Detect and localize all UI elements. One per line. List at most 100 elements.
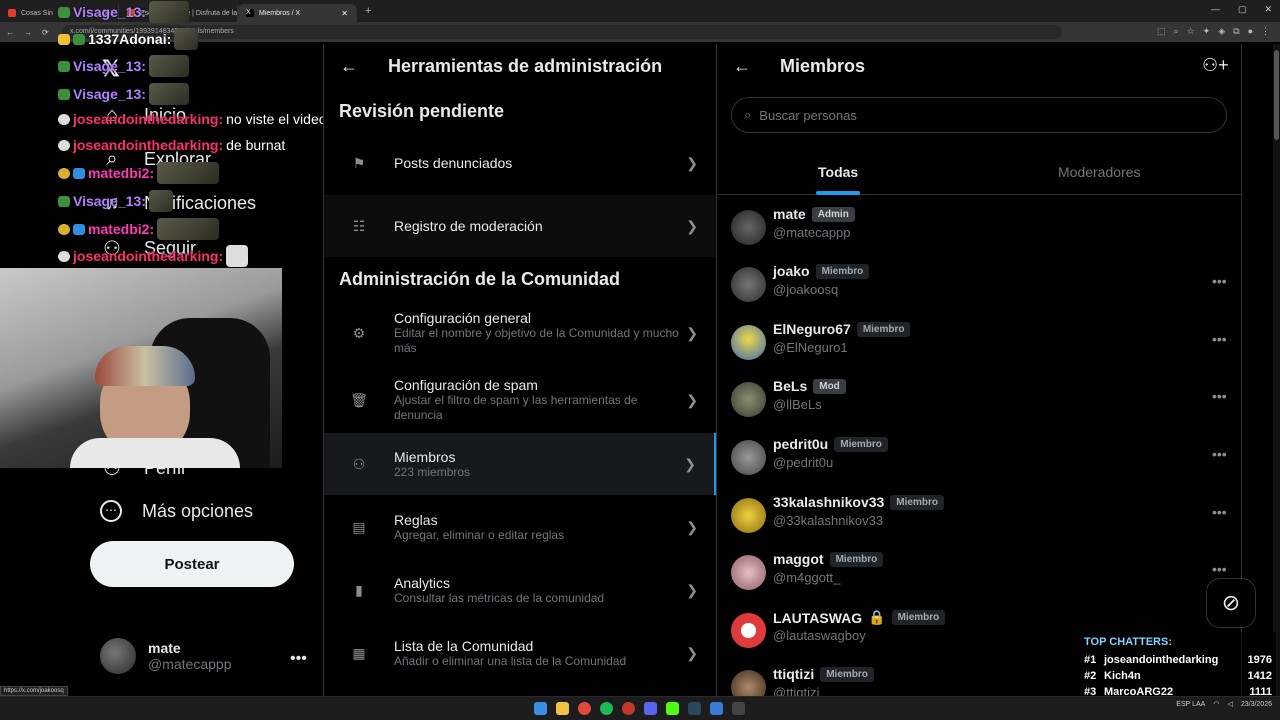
notes-icon[interactable] xyxy=(710,702,723,715)
row-moderation-log[interactable]: ☷ Registro de moderación ❯ xyxy=(324,195,716,257)
row-spam-settings[interactable]: 🗑 Configuración de spam Ajustar el filtr… xyxy=(324,369,716,431)
star-icon[interactable]: ☆ xyxy=(1187,26,1195,37)
app-icon[interactable] xyxy=(622,702,635,715)
row-label: Lista de la Comunidad xyxy=(394,637,534,654)
more-options-icon[interactable]: ••• xyxy=(1212,504,1227,520)
obs-icon[interactable] xyxy=(732,702,745,715)
members-icon: ⚇ xyxy=(352,455,366,472)
file-explorer-icon[interactable] xyxy=(556,702,569,715)
member-row[interactable]: BeLs Mod @llBeLs ••• xyxy=(717,378,1242,435)
back-icon[interactable]: ← xyxy=(6,28,14,37)
grok-button[interactable]: ⊘ xyxy=(1206,578,1256,628)
maximize-icon[interactable]: ▢ xyxy=(1238,4,1247,15)
streamer-cap xyxy=(95,346,195,386)
url-field[interactable]: x.com/i/communities/1993914834566/tools/… xyxy=(62,25,1062,39)
system-tray: ESP LAA ◠ ◁ 23/3/2026 xyxy=(1176,700,1272,709)
puzzle-icon[interactable]: ⧉ xyxy=(1233,26,1239,37)
row-members[interactable]: ⚇ Miembros 223 miembros ❯ xyxy=(324,433,716,495)
chevron-right-icon: ❯ xyxy=(686,581,698,598)
post-button[interactable]: Postear xyxy=(90,541,294,587)
members-panel: ← Miembros ⚇+ ⌕ Buscar personas Todas Mo… xyxy=(717,44,1242,696)
admin-tools-panel: ← Herramientas de administración Revisió… xyxy=(323,44,717,696)
profile-icon[interactable]: ● xyxy=(1248,26,1253,37)
chat-line: Visage_13: xyxy=(58,83,189,105)
member-row[interactable]: maggot Miembro @m4ggott_ ••• xyxy=(717,551,1242,608)
steam-icon[interactable] xyxy=(688,702,701,715)
more-options-icon[interactable]: ••• xyxy=(1212,561,1227,577)
row-reported-posts[interactable]: ⚑ Posts denunciados ❯ xyxy=(324,132,716,194)
clock[interactable]: 23/3/2026 xyxy=(1241,701,1272,708)
sidebar-item-more-options[interactable]: ⋯ Más opciones xyxy=(100,500,253,522)
tab-all[interactable]: Todas xyxy=(818,164,858,180)
add-user-icon[interactable]: ⚇+ xyxy=(1202,55,1229,76)
more-options-icon[interactable]: ••• xyxy=(1212,446,1227,462)
chat-user: 1337Adonai: xyxy=(88,31,172,47)
member-name: BeLs xyxy=(773,378,808,394)
account-switcher[interactable]: mate @matecappp xyxy=(100,638,231,674)
account-more-icon[interactable]: ••• xyxy=(290,650,307,668)
emote-image xyxy=(148,55,189,77)
chat-line: joseandointhedarking: xyxy=(58,245,249,267)
scrollbar[interactable] xyxy=(1273,44,1280,696)
volume-icon[interactable]: ◁ xyxy=(1227,700,1232,708)
kick-icon[interactable] xyxy=(666,702,679,715)
row-rules[interactable]: ▤ Reglas Agregar, eliminar o editar regl… xyxy=(324,496,716,558)
crown-icon xyxy=(58,33,70,45)
row-general-settings[interactable]: ⚙ Configuración general Editar el nombre… xyxy=(324,302,716,364)
menu-icon[interactable]: ⋮ xyxy=(1261,26,1270,37)
member-row[interactable]: pedrit0u Miembro @pedrit0u ••• xyxy=(717,436,1242,493)
zoom-icon[interactable]: ⌕ xyxy=(1174,26,1179,37)
chrome-icon[interactable] xyxy=(578,702,591,715)
extension-icon[interactable]: ◈ xyxy=(1218,26,1225,37)
member-name: LAUTASWAG xyxy=(773,609,863,626)
avatar xyxy=(731,440,766,475)
back-arrow-icon[interactable]: ← xyxy=(733,56,751,77)
chatter-name: joseandointhedarking xyxy=(1104,654,1219,666)
windows-start-icon[interactable] xyxy=(534,702,547,715)
member-row[interactable]: ElNeguro67 Miembro @ElNeguro1 ••• xyxy=(717,321,1242,378)
rank: #1 xyxy=(1084,654,1097,666)
extension-icon[interactable]: ⬚ xyxy=(1157,26,1166,37)
member-row[interactable]: 33kalashnikov33 Miembro @33kalashnikov33 … xyxy=(717,494,1242,551)
tab-moderators[interactable]: Moderadores xyxy=(1058,164,1141,180)
new-tab-icon[interactable]: + xyxy=(365,5,371,17)
reload-icon[interactable]: ⟳ xyxy=(42,28,49,37)
row-analytics[interactable]: ▮ Analytics Consultar las métricas de la… xyxy=(324,559,716,621)
member-row[interactable]: mate Admin @matecappp xyxy=(717,206,1242,263)
scrollbar-thumb[interactable] xyxy=(1274,50,1279,140)
account-handle: @matecappp xyxy=(148,656,232,672)
forward-icon[interactable]: → xyxy=(24,28,32,37)
avatar xyxy=(731,382,766,417)
search-input[interactable]: ⌕ Buscar personas xyxy=(731,97,1227,133)
taskbar-apps xyxy=(534,702,745,715)
more-options-icon[interactable]: ••• xyxy=(1212,331,1227,347)
spotify-icon[interactable] xyxy=(600,702,613,715)
avatar xyxy=(731,613,766,648)
avatar xyxy=(731,210,766,245)
minimize-icon[interactable]: — xyxy=(1211,4,1220,15)
list-icon: ▦ xyxy=(352,644,366,661)
row-community-list[interactable]: ▦ Lista de la Comunidad Añadir o elimina… xyxy=(324,622,716,684)
member-row[interactable]: joako Miembro @joakoosq ••• xyxy=(717,263,1242,320)
close-tab-icon[interactable]: ✕ xyxy=(341,9,348,18)
back-arrow-icon[interactable]: ← xyxy=(340,56,358,77)
row-description: 223 miembros xyxy=(394,464,471,479)
discord-icon[interactable] xyxy=(644,702,657,715)
role-badge: Miembro xyxy=(815,263,870,279)
row-label: Configuración general xyxy=(394,310,531,326)
row-label: Posts denunciados xyxy=(394,155,513,171)
member-handle: @llBeLs xyxy=(773,397,822,412)
member-name: joako xyxy=(773,263,810,279)
rules-icon: ▤ xyxy=(352,518,366,535)
rank: #2 xyxy=(1084,670,1097,682)
emote-image xyxy=(148,1,189,23)
more-options-icon[interactable]: ••• xyxy=(1212,388,1227,404)
browser-tab-3[interactable]: X Miembros / X ✕ xyxy=(238,4,357,22)
more-options-icon[interactable]: ••• xyxy=(1212,273,1227,289)
wifi-icon[interactable]: ◠ xyxy=(1213,700,1219,708)
top-chatters-title: TOP CHATTERS: xyxy=(1084,636,1173,648)
emote-image xyxy=(174,28,199,50)
extension-icon[interactable]: ✦ xyxy=(1203,26,1211,37)
close-window-icon[interactable]: ✕ xyxy=(1264,4,1272,15)
language-indicator[interactable]: ESP LAA xyxy=(1176,701,1205,708)
